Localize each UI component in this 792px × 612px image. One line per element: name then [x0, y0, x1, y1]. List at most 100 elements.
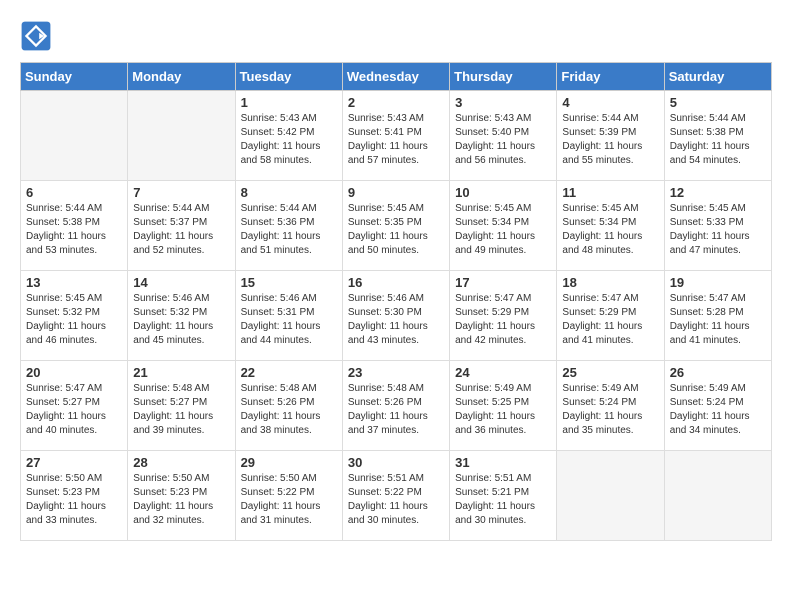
- day-info: Sunrise: 5:43 AM Sunset: 5:40 PM Dayligh…: [455, 112, 551, 168]
- day-info: Sunrise: 5:43 AM Sunset: 5:42 PM Dayligh…: [241, 112, 337, 168]
- calendar-week-row: 1 Sunrise: 5:43 AM Sunset: 5:42 PM Dayli…: [21, 91, 772, 181]
- day-info: Sunrise: 5:45 AM Sunset: 5:34 PM Dayligh…: [455, 202, 551, 258]
- calendar-cell: 11 Sunrise: 5:45 AM Sunset: 5:34 PM Dayl…: [557, 181, 664, 271]
- day-number: 31: [455, 455, 551, 470]
- calendar-cell: 1 Sunrise: 5:43 AM Sunset: 5:42 PM Dayli…: [235, 91, 342, 181]
- calendar-cell: 31 Sunrise: 5:51 AM Sunset: 5:21 PM Dayl…: [450, 451, 557, 541]
- day-number: 27: [26, 455, 122, 470]
- calendar-cell: 5 Sunrise: 5:44 AM Sunset: 5:38 PM Dayli…: [664, 91, 771, 181]
- calendar-cell: [128, 91, 235, 181]
- calendar-cell: 9 Sunrise: 5:45 AM Sunset: 5:35 PM Dayli…: [342, 181, 449, 271]
- day-number: 28: [133, 455, 229, 470]
- day-number: 2: [348, 95, 444, 110]
- calendar-week-row: 27 Sunrise: 5:50 AM Sunset: 5:23 PM Dayl…: [21, 451, 772, 541]
- day-number: 13: [26, 275, 122, 290]
- day-number: 15: [241, 275, 337, 290]
- calendar-cell: [664, 451, 771, 541]
- day-info: Sunrise: 5:48 AM Sunset: 5:26 PM Dayligh…: [241, 382, 337, 438]
- calendar-cell: 22 Sunrise: 5:48 AM Sunset: 5:26 PM Dayl…: [235, 361, 342, 451]
- calendar-cell: 19 Sunrise: 5:47 AM Sunset: 5:28 PM Dayl…: [664, 271, 771, 361]
- day-info: Sunrise: 5:49 AM Sunset: 5:24 PM Dayligh…: [670, 382, 766, 438]
- day-info: Sunrise: 5:50 AM Sunset: 5:22 PM Dayligh…: [241, 472, 337, 528]
- calendar-cell: 15 Sunrise: 5:46 AM Sunset: 5:31 PM Dayl…: [235, 271, 342, 361]
- day-info: Sunrise: 5:47 AM Sunset: 5:29 PM Dayligh…: [455, 292, 551, 348]
- day-info: Sunrise: 5:49 AM Sunset: 5:25 PM Dayligh…: [455, 382, 551, 438]
- calendar-cell: 26 Sunrise: 5:49 AM Sunset: 5:24 PM Dayl…: [664, 361, 771, 451]
- calendar-cell: 17 Sunrise: 5:47 AM Sunset: 5:29 PM Dayl…: [450, 271, 557, 361]
- day-number: 26: [670, 365, 766, 380]
- day-number: 7: [133, 185, 229, 200]
- calendar-week-row: 6 Sunrise: 5:44 AM Sunset: 5:38 PM Dayli…: [21, 181, 772, 271]
- weekday-header-thursday: Thursday: [450, 63, 557, 91]
- calendar-cell: 24 Sunrise: 5:49 AM Sunset: 5:25 PM Dayl…: [450, 361, 557, 451]
- calendar-cell: 18 Sunrise: 5:47 AM Sunset: 5:29 PM Dayl…: [557, 271, 664, 361]
- day-number: 6: [26, 185, 122, 200]
- calendar-cell: 14 Sunrise: 5:46 AM Sunset: 5:32 PM Dayl…: [128, 271, 235, 361]
- day-info: Sunrise: 5:47 AM Sunset: 5:27 PM Dayligh…: [26, 382, 122, 438]
- day-info: Sunrise: 5:51 AM Sunset: 5:21 PM Dayligh…: [455, 472, 551, 528]
- calendar-cell: 3 Sunrise: 5:43 AM Sunset: 5:40 PM Dayli…: [450, 91, 557, 181]
- weekday-header-wednesday: Wednesday: [342, 63, 449, 91]
- calendar-cell: 23 Sunrise: 5:48 AM Sunset: 5:26 PM Dayl…: [342, 361, 449, 451]
- day-number: 9: [348, 185, 444, 200]
- calendar-cell: 13 Sunrise: 5:45 AM Sunset: 5:32 PM Dayl…: [21, 271, 128, 361]
- header: [20, 20, 772, 52]
- day-info: Sunrise: 5:43 AM Sunset: 5:41 PM Dayligh…: [348, 112, 444, 168]
- day-info: Sunrise: 5:45 AM Sunset: 5:34 PM Dayligh…: [562, 202, 658, 258]
- day-number: 30: [348, 455, 444, 470]
- day-number: 4: [562, 95, 658, 110]
- day-number: 12: [670, 185, 766, 200]
- day-number: 19: [670, 275, 766, 290]
- day-info: Sunrise: 5:45 AM Sunset: 5:32 PM Dayligh…: [26, 292, 122, 348]
- day-number: 24: [455, 365, 551, 380]
- logo: [20, 20, 58, 52]
- day-number: 11: [562, 185, 658, 200]
- weekday-header-tuesday: Tuesday: [235, 63, 342, 91]
- calendar-cell: 8 Sunrise: 5:44 AM Sunset: 5:36 PM Dayli…: [235, 181, 342, 271]
- day-info: Sunrise: 5:49 AM Sunset: 5:24 PM Dayligh…: [562, 382, 658, 438]
- day-number: 21: [133, 365, 229, 380]
- day-info: Sunrise: 5:46 AM Sunset: 5:31 PM Dayligh…: [241, 292, 337, 348]
- day-info: Sunrise: 5:47 AM Sunset: 5:29 PM Dayligh…: [562, 292, 658, 348]
- calendar-week-row: 20 Sunrise: 5:47 AM Sunset: 5:27 PM Dayl…: [21, 361, 772, 451]
- day-number: 1: [241, 95, 337, 110]
- day-info: Sunrise: 5:48 AM Sunset: 5:27 PM Dayligh…: [133, 382, 229, 438]
- day-number: 8: [241, 185, 337, 200]
- calendar-cell: 10 Sunrise: 5:45 AM Sunset: 5:34 PM Dayl…: [450, 181, 557, 271]
- logo-icon: [20, 20, 52, 52]
- day-number: 20: [26, 365, 122, 380]
- day-info: Sunrise: 5:44 AM Sunset: 5:37 PM Dayligh…: [133, 202, 229, 258]
- calendar-week-row: 13 Sunrise: 5:45 AM Sunset: 5:32 PM Dayl…: [21, 271, 772, 361]
- calendar-cell: 4 Sunrise: 5:44 AM Sunset: 5:39 PM Dayli…: [557, 91, 664, 181]
- day-info: Sunrise: 5:45 AM Sunset: 5:35 PM Dayligh…: [348, 202, 444, 258]
- weekday-header-row: SundayMondayTuesdayWednesdayThursdayFrid…: [21, 63, 772, 91]
- day-number: 3: [455, 95, 551, 110]
- day-info: Sunrise: 5:46 AM Sunset: 5:32 PM Dayligh…: [133, 292, 229, 348]
- calendar-cell: 25 Sunrise: 5:49 AM Sunset: 5:24 PM Dayl…: [557, 361, 664, 451]
- calendar-cell: 12 Sunrise: 5:45 AM Sunset: 5:33 PM Dayl…: [664, 181, 771, 271]
- day-info: Sunrise: 5:44 AM Sunset: 5:39 PM Dayligh…: [562, 112, 658, 168]
- calendar-cell: 27 Sunrise: 5:50 AM Sunset: 5:23 PM Dayl…: [21, 451, 128, 541]
- day-info: Sunrise: 5:44 AM Sunset: 5:36 PM Dayligh…: [241, 202, 337, 258]
- day-info: Sunrise: 5:50 AM Sunset: 5:23 PM Dayligh…: [133, 472, 229, 528]
- day-number: 23: [348, 365, 444, 380]
- calendar-cell: 29 Sunrise: 5:50 AM Sunset: 5:22 PM Dayl…: [235, 451, 342, 541]
- calendar-cell: 20 Sunrise: 5:47 AM Sunset: 5:27 PM Dayl…: [21, 361, 128, 451]
- day-info: Sunrise: 5:44 AM Sunset: 5:38 PM Dayligh…: [670, 112, 766, 168]
- calendar-table: SundayMondayTuesdayWednesdayThursdayFrid…: [20, 62, 772, 541]
- day-number: 10: [455, 185, 551, 200]
- calendar-cell: 6 Sunrise: 5:44 AM Sunset: 5:38 PM Dayli…: [21, 181, 128, 271]
- day-info: Sunrise: 5:44 AM Sunset: 5:38 PM Dayligh…: [26, 202, 122, 258]
- calendar-cell: 28 Sunrise: 5:50 AM Sunset: 5:23 PM Dayl…: [128, 451, 235, 541]
- calendar-cell: 16 Sunrise: 5:46 AM Sunset: 5:30 PM Dayl…: [342, 271, 449, 361]
- calendar-cell: 21 Sunrise: 5:48 AM Sunset: 5:27 PM Dayl…: [128, 361, 235, 451]
- calendar-cell: 7 Sunrise: 5:44 AM Sunset: 5:37 PM Dayli…: [128, 181, 235, 271]
- calendar-cell: 30 Sunrise: 5:51 AM Sunset: 5:22 PM Dayl…: [342, 451, 449, 541]
- calendar-cell: [21, 91, 128, 181]
- day-info: Sunrise: 5:51 AM Sunset: 5:22 PM Dayligh…: [348, 472, 444, 528]
- weekday-header-saturday: Saturday: [664, 63, 771, 91]
- day-number: 29: [241, 455, 337, 470]
- day-number: 17: [455, 275, 551, 290]
- day-number: 5: [670, 95, 766, 110]
- calendar-cell: [557, 451, 664, 541]
